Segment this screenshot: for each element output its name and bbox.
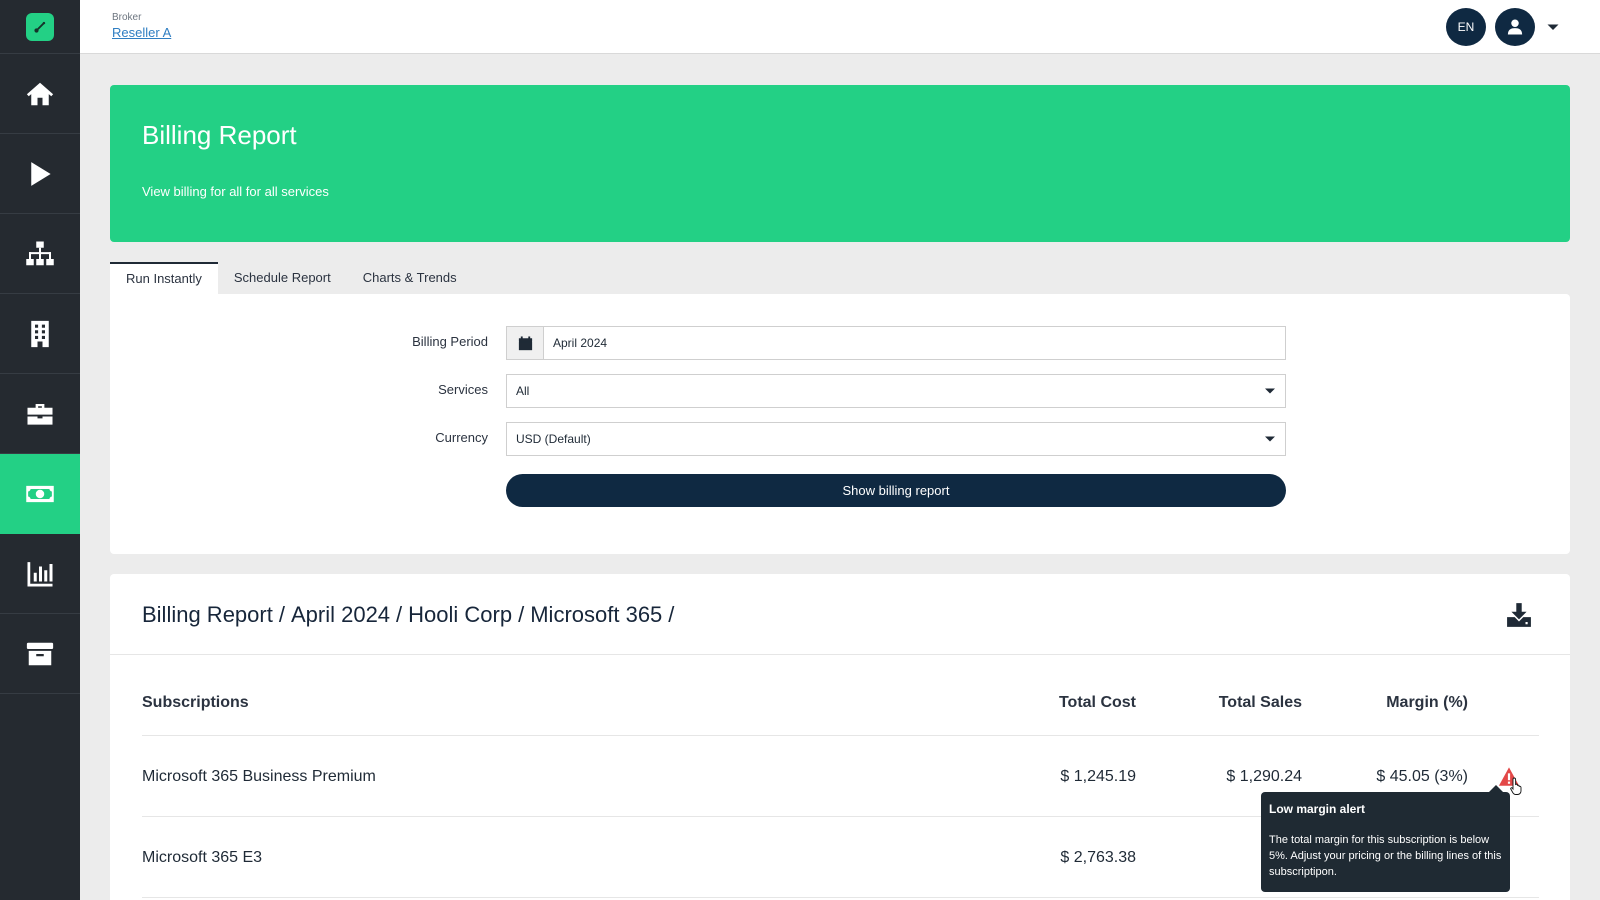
sidebar-item-billing[interactable] [0, 454, 80, 534]
billing-period-value: April 2024 [553, 336, 608, 350]
currency-label: Currency [435, 430, 488, 445]
tab-schedule-report[interactable]: Schedule Report [218, 262, 347, 294]
building-icon [31, 320, 49, 347]
column-margin[interactable]: Margin (%) [1302, 669, 1468, 736]
total-cost-cell: $ 1,245.19 [1060, 767, 1136, 785]
sidebar-item-hierarchy[interactable] [0, 214, 80, 294]
sidebar-item-companies[interactable] [0, 294, 80, 374]
tooltip-body: The total margin for this subscription i… [1269, 834, 1502, 878]
currency-value: USD (Default) [516, 432, 591, 446]
calendar-icon [518, 335, 532, 350]
billing-period-label: Billing Period [412, 334, 488, 349]
money-bill-icon [26, 485, 54, 502]
services-label: Services [438, 382, 488, 397]
billing-period-field[interactable]: April 2024 [506, 326, 1286, 360]
calendar-button[interactable] [507, 327, 544, 359]
breadcrumb-customer[interactable]: Hooli Corp [408, 602, 512, 628]
services-value: All [516, 384, 530, 398]
breadcrumb-separator: / [668, 602, 675, 627]
caret-down-icon [1264, 385, 1276, 397]
chart-bar-icon [27, 561, 53, 586]
tooltip-title: Low margin alert [1269, 802, 1366, 816]
breadcrumb-separator: / [396, 602, 403, 627]
download-icon [1507, 603, 1531, 627]
currency-select[interactable]: USD (Default) [506, 422, 1286, 456]
report-form: Billing Period April 2024 Services All C… [110, 294, 1570, 554]
breadcrumb-billing-report[interactable]: Billing Report [142, 602, 273, 628]
logo-icon [34, 21, 46, 33]
sidebar-item-play[interactable] [0, 134, 80, 214]
user-menu-toggle[interactable] [1546, 20, 1560, 34]
caret-down-icon [1547, 24, 1559, 30]
column-subscriptions[interactable]: Subscriptions [142, 669, 742, 736]
services-select[interactable]: All [506, 374, 1286, 408]
broker-link[interactable]: Reseller A [112, 25, 171, 40]
sidebar-item-archive[interactable] [0, 614, 80, 694]
page-title: Billing Report [142, 120, 297, 150]
subscription-name[interactable]: Microsoft 365 Business Premium [142, 736, 742, 817]
caret-down-icon [1264, 433, 1276, 445]
low-margin-tooltip: Low margin alert The total margin for th… [1261, 785, 1510, 892]
broker-label: Broker [112, 12, 142, 23]
app-logo[interactable] [26, 12, 54, 41]
archive-icon [26, 642, 54, 665]
top-bar: Broker Reseller A EN [80, 0, 1600, 54]
language-button[interactable]: EN [1446, 8, 1486, 46]
home-icon [26, 82, 54, 105]
table-header: Subscriptions Total Cost Total Sales Mar… [142, 669, 1539, 736]
play-icon [31, 161, 51, 186]
page-banner: Billing Report View billing for all for … [110, 85, 1570, 242]
user-icon [1507, 19, 1523, 35]
page-subtitle: View billing for all for all services [142, 184, 329, 199]
show-billing-report-button[interactable]: Show billing report [506, 474, 1286, 507]
tab-run-instantly[interactable]: Run Instantly [110, 262, 218, 294]
logo-cell [0, 0, 80, 54]
tab-charts-trends[interactable]: Charts & Trends [347, 262, 473, 294]
breadcrumb-separator: / [518, 602, 525, 627]
breadcrumb: Billing Report / April 2024 / Hooli Corp… [142, 602, 674, 628]
briefcase-icon [27, 403, 53, 425]
user-avatar[interactable] [1495, 8, 1535, 46]
sidebar-item-home[interactable] [0, 54, 80, 134]
total-cost-cell: $ 2,763.38 [1060, 848, 1136, 866]
subscription-name[interactable]: Microsoft 365 E3 [142, 817, 742, 898]
breadcrumb-service[interactable]: Microsoft 365 [530, 602, 662, 628]
sitemap-icon [26, 241, 54, 265]
hand-cursor-icon [1510, 777, 1522, 795]
download-button[interactable] [1506, 602, 1532, 628]
sidebar-item-reports[interactable] [0, 534, 80, 614]
column-total-sales[interactable]: Total Sales [1136, 669, 1302, 736]
sidebar [0, 0, 80, 900]
report-tabs: Run Instantly Schedule Report Charts & T… [110, 262, 473, 294]
report-header: Billing Report / April 2024 / Hooli Corp… [110, 574, 1570, 655]
breadcrumb-period[interactable]: April 2024 [291, 602, 390, 628]
breadcrumb-separator: / [278, 602, 285, 627]
sidebar-item-services[interactable] [0, 374, 80, 454]
column-total-cost[interactable]: Total Cost [842, 669, 1136, 736]
